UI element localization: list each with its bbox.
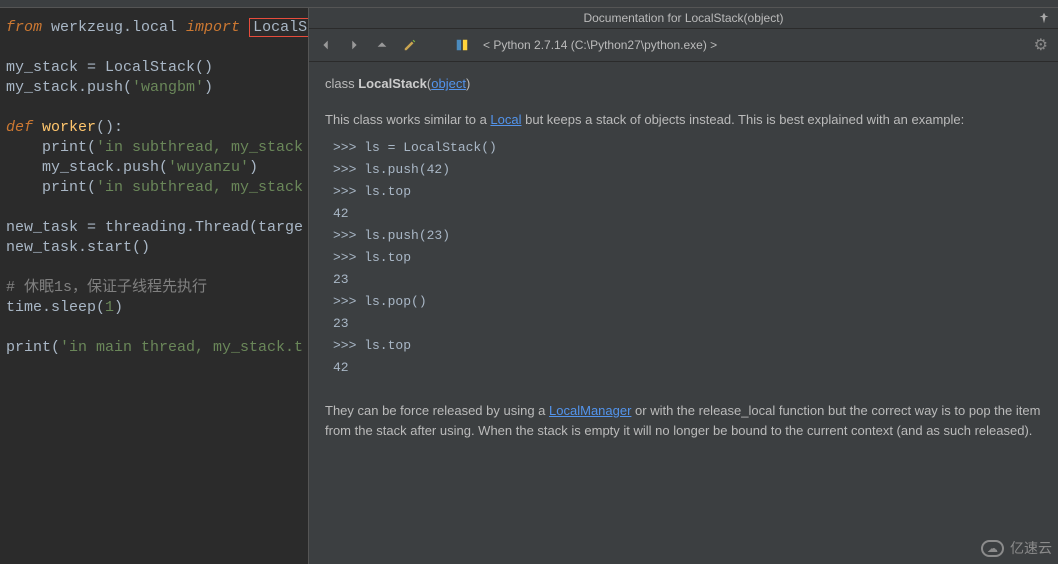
doc-class-signature: class LocalStack(object) <box>325 74 1042 94</box>
code-text <box>240 19 249 36</box>
python-icon[interactable] <box>455 38 469 52</box>
doc-footer: They can be force released by using a Lo… <box>325 401 1042 440</box>
doc-title-bar: Documentation for LocalStack(object) <box>309 8 1058 29</box>
interpreter-label[interactable]: < Python 2.7.14 (C:\Python27\python.exe)… <box>483 38 717 52</box>
code-text: my_stack.push( <box>6 79 132 96</box>
code-keyword: import <box>186 19 240 36</box>
class-keyword: class <box>325 76 358 91</box>
window-topbar <box>0 0 1058 8</box>
doc-title-text: Documentation for LocalStack(object) <box>583 11 783 25</box>
doc-body[interactable]: class LocalStack(object) This class work… <box>309 62 1058 564</box>
code-text: my_stack = LocalStack() <box>6 59 213 76</box>
watermark-text: 亿速云 <box>1010 538 1052 558</box>
code-string: 'in subthread, my_stack <box>96 139 303 156</box>
code-text: ) <box>204 79 213 96</box>
up-icon[interactable] <box>375 38 389 52</box>
code-func: worker <box>33 119 96 136</box>
code-comment: # 休眠1s，保证子线程先执行 <box>6 279 207 296</box>
code-text: print( <box>6 139 96 156</box>
back-icon[interactable] <box>319 38 333 52</box>
code-string: 'in main thread, my_stack.t <box>60 339 303 356</box>
code-text: ) <box>249 159 258 176</box>
doc-text: This class works similar to a <box>325 112 490 127</box>
code-text: (): <box>96 119 123 136</box>
doc-description: This class works similar to a Local but … <box>325 110 1042 130</box>
forward-icon[interactable] <box>347 38 361 52</box>
code-text: time.sleep( <box>6 299 105 316</box>
highlighted-symbol[interactable]: LocalStack <box>249 18 308 37</box>
code-editor[interactable]: from werkzeug.local import LocalStack my… <box>0 8 308 564</box>
doc-toolbar: < Python 2.7.14 (C:\Python27\python.exe)… <box>309 29 1058 62</box>
local-link[interactable]: Local <box>490 112 521 127</box>
doc-text: They can be force released by using a <box>325 403 549 418</box>
code-string: 'wuyanzu' <box>168 159 249 176</box>
paren: ) <box>466 76 470 91</box>
watermark: ☁ 亿速云 <box>981 538 1052 558</box>
code-number: 1 <box>105 299 114 316</box>
code-keyword: def <box>6 119 33 136</box>
gear-icon[interactable]: ⚙ <box>1034 35 1048 55</box>
doc-text: but keeps a stack of objects instead. Th… <box>522 112 965 127</box>
code-text: print( <box>6 339 60 356</box>
cloud-icon: ☁ <box>981 540 1004 557</box>
documentation-panel: Documentation for LocalStack(object) < <box>308 8 1058 564</box>
code-string: 'in subthread, my_stack <box>96 179 303 196</box>
localmanager-link[interactable]: LocalManager <box>549 403 631 418</box>
code-text: new_task = threading.Thread(targe <box>6 219 303 236</box>
code-text: print( <box>6 179 96 196</box>
code-text: new_task.start() <box>6 239 150 256</box>
object-link[interactable]: object <box>431 76 466 91</box>
code-string: 'wangbm' <box>132 79 204 96</box>
code-keyword: from <box>6 19 42 36</box>
class-name: LocalStack <box>358 76 427 91</box>
pin-icon[interactable] <box>1038 12 1050 27</box>
code-text: my_stack.push( <box>6 159 168 176</box>
edit-icon[interactable] <box>403 38 417 52</box>
code-text: werkzeug.local <box>42 19 186 36</box>
doc-example-code: >>> ls = LocalStack() >>> ls.push(42) >>… <box>333 137 1042 379</box>
code-text: ) <box>114 299 123 316</box>
